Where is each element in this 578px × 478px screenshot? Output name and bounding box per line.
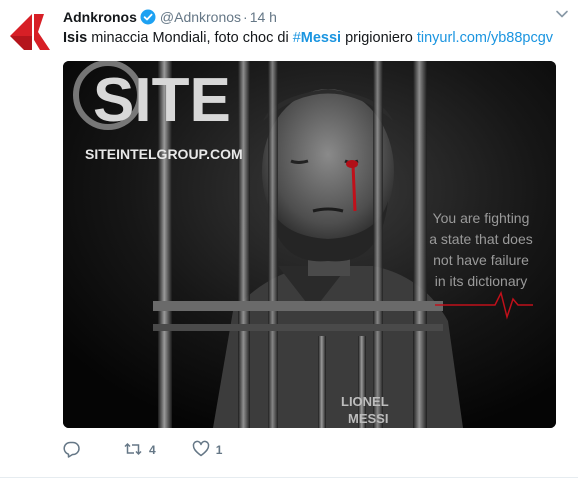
like-count: 1 <box>215 443 223 457</box>
chevron-down-icon[interactable] <box>554 6 570 22</box>
hashtag-symbol: # <box>292 30 301 46</box>
heart-icon <box>192 440 210 461</box>
site-logo: SITE SITEINTELGROUP.COM <box>73 61 243 162</box>
media-illustration: SITE SITEINTELGROUP.COM You are fighting… <box>63 61 556 428</box>
retweet-icon <box>123 440 143 461</box>
quote-line-4: in its dictionary <box>435 273 528 289</box>
quote-line-2: a state that does <box>429 231 533 247</box>
retweet-button[interactable]: 4 <box>123 440 156 461</box>
shirt-line-2: MESSI <box>348 411 388 426</box>
tweet-card[interactable]: Adnkronos @Adnkronos · 14 h Isis minaccia M… <box>0 0 578 478</box>
site-logo-text: SITE <box>93 66 231 135</box>
quote-line-3: not have failure <box>433 252 529 268</box>
hashtag-messi[interactable]: #Messi <box>293 30 341 46</box>
tweet-link[interactable]: tinyurl.com/yb88pcgv <box>417 30 553 46</box>
site-url-text: SITEINTELGROUP.COM <box>85 146 243 162</box>
shirt-line-1: LIONEL <box>341 394 389 409</box>
tweet-text: Isis minaccia Mondiali, foto choc di #Me… <box>63 28 568 48</box>
hashtag-word: Messi <box>300 30 342 46</box>
tweet-media-image[interactable]: SITE SITEINTELGROUP.COM You are fighting… <box>63 61 556 428</box>
text-bold-word: Isis <box>63 30 88 46</box>
tweet-header: Adnkronos @Adnkronos · 14 h <box>63 6 568 28</box>
author-handle[interactable]: @Adnkronos <box>160 9 241 25</box>
quote-line-1: You are fighting <box>433 210 530 226</box>
timestamp[interactable]: 14 h <box>250 9 277 25</box>
reply-button[interactable] <box>63 440 87 461</box>
retweet-count: 4 <box>149 443 156 457</box>
reply-icon <box>63 440 81 461</box>
text-part1: minaccia Mondiali, foto choc di <box>87 30 293 46</box>
text-part2: prigioniero <box>341 30 417 46</box>
separator-dot: · <box>243 9 248 25</box>
adnkronos-logo-icon[interactable] <box>8 10 52 54</box>
like-button[interactable]: 1 <box>192 440 223 461</box>
tweet-actions: 4 1 <box>63 440 258 460</box>
author-name[interactable]: Adnkronos <box>63 9 137 25</box>
